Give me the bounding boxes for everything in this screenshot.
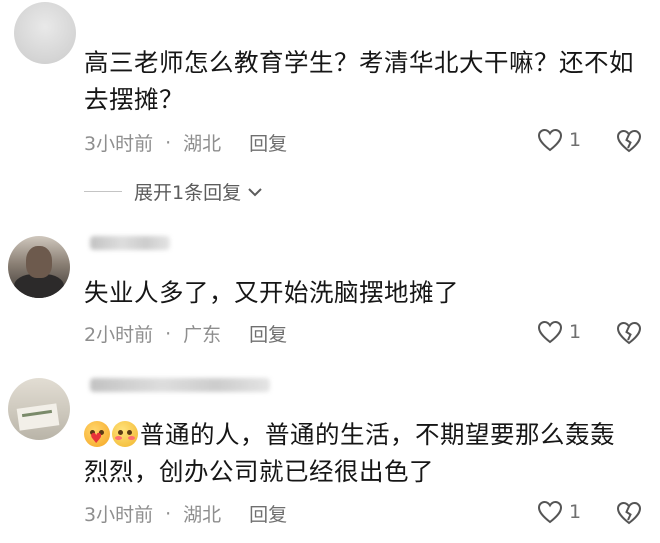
reply-button[interactable]: 回复: [249, 500, 287, 527]
username-blurred: [90, 236, 170, 250]
avatar[interactable]: [8, 236, 70, 298]
heart-outline-icon: [537, 128, 563, 152]
comment-location: 湖北: [183, 133, 222, 155]
dislike-button[interactable]: [615, 128, 643, 158]
reply-button[interactable]: 回复: [249, 320, 287, 347]
comment-meta: 2小时前 · 广东 回复: [84, 320, 287, 347]
like-count: 1: [569, 501, 582, 523]
like-button[interactable]: 1: [537, 128, 581, 152]
comment-text-line: 高三老师怎么教育学生？考清华北大干嘛？还不如: [84, 48, 634, 77]
chevron-down-icon: [248, 187, 262, 196]
comment-location: 湖北: [183, 504, 222, 526]
comment-text-line: 烈烈，创办公司就已经很出色了: [84, 457, 434, 486]
separator-dot: ·: [165, 502, 172, 525]
avatar-paper: [16, 403, 60, 431]
dislike-button[interactable]: [615, 500, 643, 530]
comment-time: 3小时前: [84, 504, 154, 526]
dislike-button[interactable]: [615, 320, 643, 350]
heart-outline-icon: [537, 500, 563, 524]
emoji-eye: [118, 430, 123, 435]
heart-outline-icon: [537, 320, 563, 344]
avatar[interactable]: [8, 378, 70, 440]
smirk-emoji-icon: [112, 421, 138, 447]
comment-location: 广东: [183, 324, 222, 346]
like-count: 1: [569, 129, 582, 151]
comment-text-line: 去摆摊？: [84, 85, 184, 114]
avatar[interactable]: [14, 2, 76, 64]
broken-heart-icon: [616, 129, 642, 153]
emoji-cheek: [115, 436, 122, 440]
avatar-face: [26, 246, 52, 278]
comment-text-line: ♥ 普通的人，普通的生活，不期望要那么轰轰: [84, 416, 644, 453]
broken-heart-icon: [616, 321, 642, 345]
reply-button[interactable]: 回复: [249, 129, 287, 156]
comment-text: ♥ 普通的人，普通的生活，不期望要那么轰轰 烈烈，创办公司就已经很出色了: [84, 416, 644, 490]
comment-meta: 3小时前 · 湖北 回复: [84, 129, 287, 156]
divider-line: [84, 191, 122, 192]
comment-text: 高三老师怎么教育学生？考清华北大干嘛？还不如 去摆摊？: [84, 44, 644, 118]
comment-text-line-content: 普通的人，普通的生活，不期望要那么轰轰: [140, 420, 615, 449]
blush-heart-emoji-icon: ♥: [84, 421, 110, 447]
expand-replies-button[interactable]: 展开1条回复: [84, 178, 263, 205]
expand-replies-label: 展开1条回复: [134, 182, 242, 204]
emoji-heart: ♥: [90, 431, 104, 447]
separator-dot: ·: [165, 322, 172, 345]
like-count: 1: [569, 321, 582, 343]
comment-time: 2小时前: [84, 324, 154, 346]
emoji-eye: [127, 430, 132, 435]
like-button[interactable]: 1: [537, 500, 581, 524]
username-blurred: [90, 378, 270, 392]
comment-time: 3小时前: [84, 133, 154, 155]
like-button[interactable]: 1: [537, 320, 581, 344]
comment-text-line: 失业人多了，又开始洗脑摆地摊了: [84, 278, 459, 307]
comment-text: 失业人多了，又开始洗脑摆地摊了: [84, 274, 644, 311]
broken-heart-icon: [616, 501, 642, 525]
comment-meta: 3小时前 · 湖北 回复: [84, 500, 287, 527]
separator-dot: ·: [165, 131, 172, 154]
emoji-cheek: [128, 436, 135, 440]
